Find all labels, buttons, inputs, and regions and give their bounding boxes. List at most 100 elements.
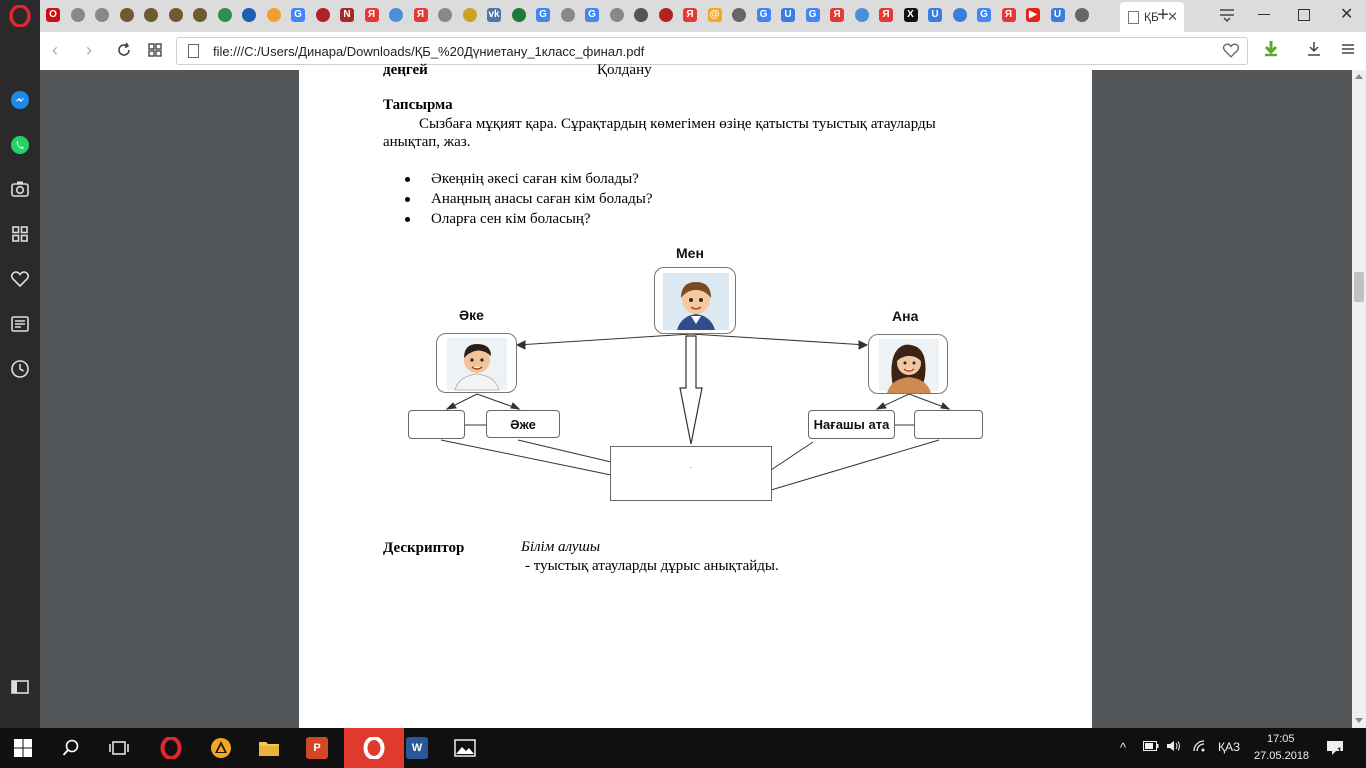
tab-18[interactable] bbox=[459, 4, 481, 26]
speed-dial-icon[interactable] bbox=[8, 222, 32, 246]
tab-28[interactable]: @ bbox=[704, 4, 726, 26]
book-icon bbox=[952, 8, 967, 22]
tab-8[interactable] bbox=[214, 4, 236, 26]
tab-30[interactable]: G bbox=[753, 4, 775, 26]
tab-22[interactable] bbox=[557, 4, 579, 26]
tab-2[interactable] bbox=[67, 4, 89, 26]
tab-37[interactable]: U bbox=[924, 4, 946, 26]
tab-15[interactable] bbox=[385, 4, 407, 26]
tab-25[interactable] bbox=[630, 4, 652, 26]
tab-38[interactable] bbox=[949, 4, 971, 26]
downloads-icon[interactable] bbox=[1306, 41, 1322, 62]
photos-taskbar-icon[interactable] bbox=[442, 728, 488, 768]
tab-43[interactable] bbox=[1071, 4, 1093, 26]
tab-13[interactable]: N bbox=[336, 4, 358, 26]
word-taskbar-icon[interactable]: W bbox=[394, 728, 440, 768]
emblem-icon bbox=[462, 8, 477, 22]
tab-16[interactable]: Я bbox=[410, 4, 432, 26]
clock-time[interactable]: 17:05 bbox=[1267, 733, 1295, 745]
tab-32[interactable]: G bbox=[802, 4, 824, 26]
back-button[interactable]: ‹ bbox=[52, 40, 58, 61]
tab-3[interactable] bbox=[91, 4, 113, 26]
download-extension-icon[interactable] bbox=[1262, 40, 1280, 63]
news-icon[interactable] bbox=[8, 312, 32, 336]
tab-21[interactable]: G bbox=[532, 4, 554, 26]
opera-sidebar bbox=[0, 0, 40, 728]
forward-button[interactable]: › bbox=[86, 40, 92, 61]
tab-4[interactable] bbox=[116, 4, 138, 26]
tab-41[interactable]: ▶ bbox=[1022, 4, 1044, 26]
tab-11[interactable]: G bbox=[287, 4, 309, 26]
tab-20[interactable] bbox=[508, 4, 530, 26]
messenger-icon[interactable] bbox=[8, 88, 32, 112]
tab-35[interactable]: Я bbox=[875, 4, 897, 26]
tab-5[interactable] bbox=[140, 4, 162, 26]
tab-14[interactable]: Я bbox=[361, 4, 383, 26]
file-explorer-icon[interactable] bbox=[246, 728, 292, 768]
google-icon: G bbox=[536, 8, 550, 22]
language-indicator[interactable]: ҚАЗ bbox=[1218, 740, 1240, 754]
sidebar-toggle-icon[interactable] bbox=[8, 675, 32, 699]
speed-dial-button[interactable] bbox=[148, 43, 162, 57]
scroll-thumb[interactable] bbox=[1354, 272, 1364, 302]
document-icon bbox=[438, 8, 452, 22]
start-button[interactable] bbox=[0, 728, 46, 768]
close-window-button[interactable]: ✕ bbox=[1340, 4, 1353, 24]
notifications-icon[interactable]: 1 bbox=[1326, 740, 1344, 759]
tray-chevron-icon[interactable]: ^ bbox=[1120, 740, 1126, 755]
tab-12[interactable] bbox=[312, 4, 334, 26]
tab-10[interactable] bbox=[263, 4, 285, 26]
tab-29[interactable] bbox=[728, 4, 750, 26]
tab-1[interactable]: O bbox=[42, 4, 64, 26]
restore-button[interactable] bbox=[1298, 9, 1310, 21]
tab-23[interactable]: G bbox=[581, 4, 603, 26]
tab-6[interactable] bbox=[165, 4, 187, 26]
opera-taskbar-icon[interactable] bbox=[148, 728, 194, 768]
tab-24[interactable] bbox=[606, 4, 628, 26]
tab-26[interactable] bbox=[655, 4, 677, 26]
scroll-down-arrow-icon[interactable] bbox=[1355, 718, 1363, 723]
clock-date[interactable]: 27.05.2018 bbox=[1254, 750, 1309, 762]
task-view-icon[interactable] bbox=[96, 728, 142, 768]
address-bar[interactable]: file:///C:/Users/Динара/Downloads/ҚБ_%20… bbox=[176, 37, 1248, 65]
descriptor-subject: Білім алушы bbox=[521, 539, 601, 555]
tab-42[interactable]: U bbox=[1047, 4, 1069, 26]
at-icon: @ bbox=[707, 8, 722, 22]
search-icon[interactable] bbox=[48, 728, 94, 768]
battery-icon[interactable] bbox=[1143, 740, 1159, 754]
tab-34[interactable] bbox=[851, 4, 873, 26]
wifi-icon[interactable] bbox=[1192, 740, 1208, 755]
snapshot-icon[interactable] bbox=[8, 177, 32, 201]
tab-31[interactable]: U bbox=[777, 4, 799, 26]
tab-40[interactable]: Я bbox=[998, 4, 1020, 26]
easy-setup-icon[interactable] bbox=[1340, 41, 1356, 62]
boy-photo bbox=[654, 267, 736, 334]
tab-menu-icon[interactable] bbox=[1218, 7, 1236, 23]
scroll-up-arrow-icon[interactable] bbox=[1355, 74, 1363, 79]
tab-7[interactable] bbox=[189, 4, 211, 26]
minimize-button[interactable] bbox=[1258, 14, 1270, 15]
tab-39[interactable]: G bbox=[973, 4, 995, 26]
tab-strip: O G N Я Яvk G G Я @ G U G Я Я X U G Я ▶ U ҚБ ✕ + ✕ bbox=[40, 0, 1366, 32]
volume-icon[interactable] bbox=[1166, 740, 1182, 755]
tab-36[interactable]: X bbox=[900, 4, 922, 26]
vlc-taskbar-icon[interactable] bbox=[198, 728, 244, 768]
bookmark-heart-icon[interactable] bbox=[1222, 42, 1240, 64]
tab-9[interactable] bbox=[238, 4, 260, 26]
tab-17[interactable] bbox=[434, 4, 456, 26]
page-scrollbar[interactable] bbox=[1352, 70, 1366, 728]
new-tab-button[interactable]: + bbox=[1153, 5, 1173, 25]
tab-33[interactable]: Я bbox=[826, 4, 848, 26]
active-tab[interactable]: ҚБ ✕ bbox=[1120, 2, 1184, 32]
powerpoint-taskbar-icon[interactable]: P bbox=[294, 728, 340, 768]
history-clock-icon[interactable] bbox=[8, 357, 32, 381]
opera-menu-icon[interactable] bbox=[8, 4, 32, 28]
tab-27[interactable]: Я bbox=[679, 4, 701, 26]
search-icon bbox=[658, 8, 673, 22]
yandex-icon: Я bbox=[879, 8, 893, 22]
globe-icon bbox=[217, 8, 232, 22]
reload-button[interactable] bbox=[116, 42, 132, 58]
whatsapp-icon[interactable] bbox=[8, 133, 32, 157]
bookmarks-heart-icon[interactable] bbox=[8, 267, 32, 291]
tab-19[interactable]: vk bbox=[483, 4, 505, 26]
